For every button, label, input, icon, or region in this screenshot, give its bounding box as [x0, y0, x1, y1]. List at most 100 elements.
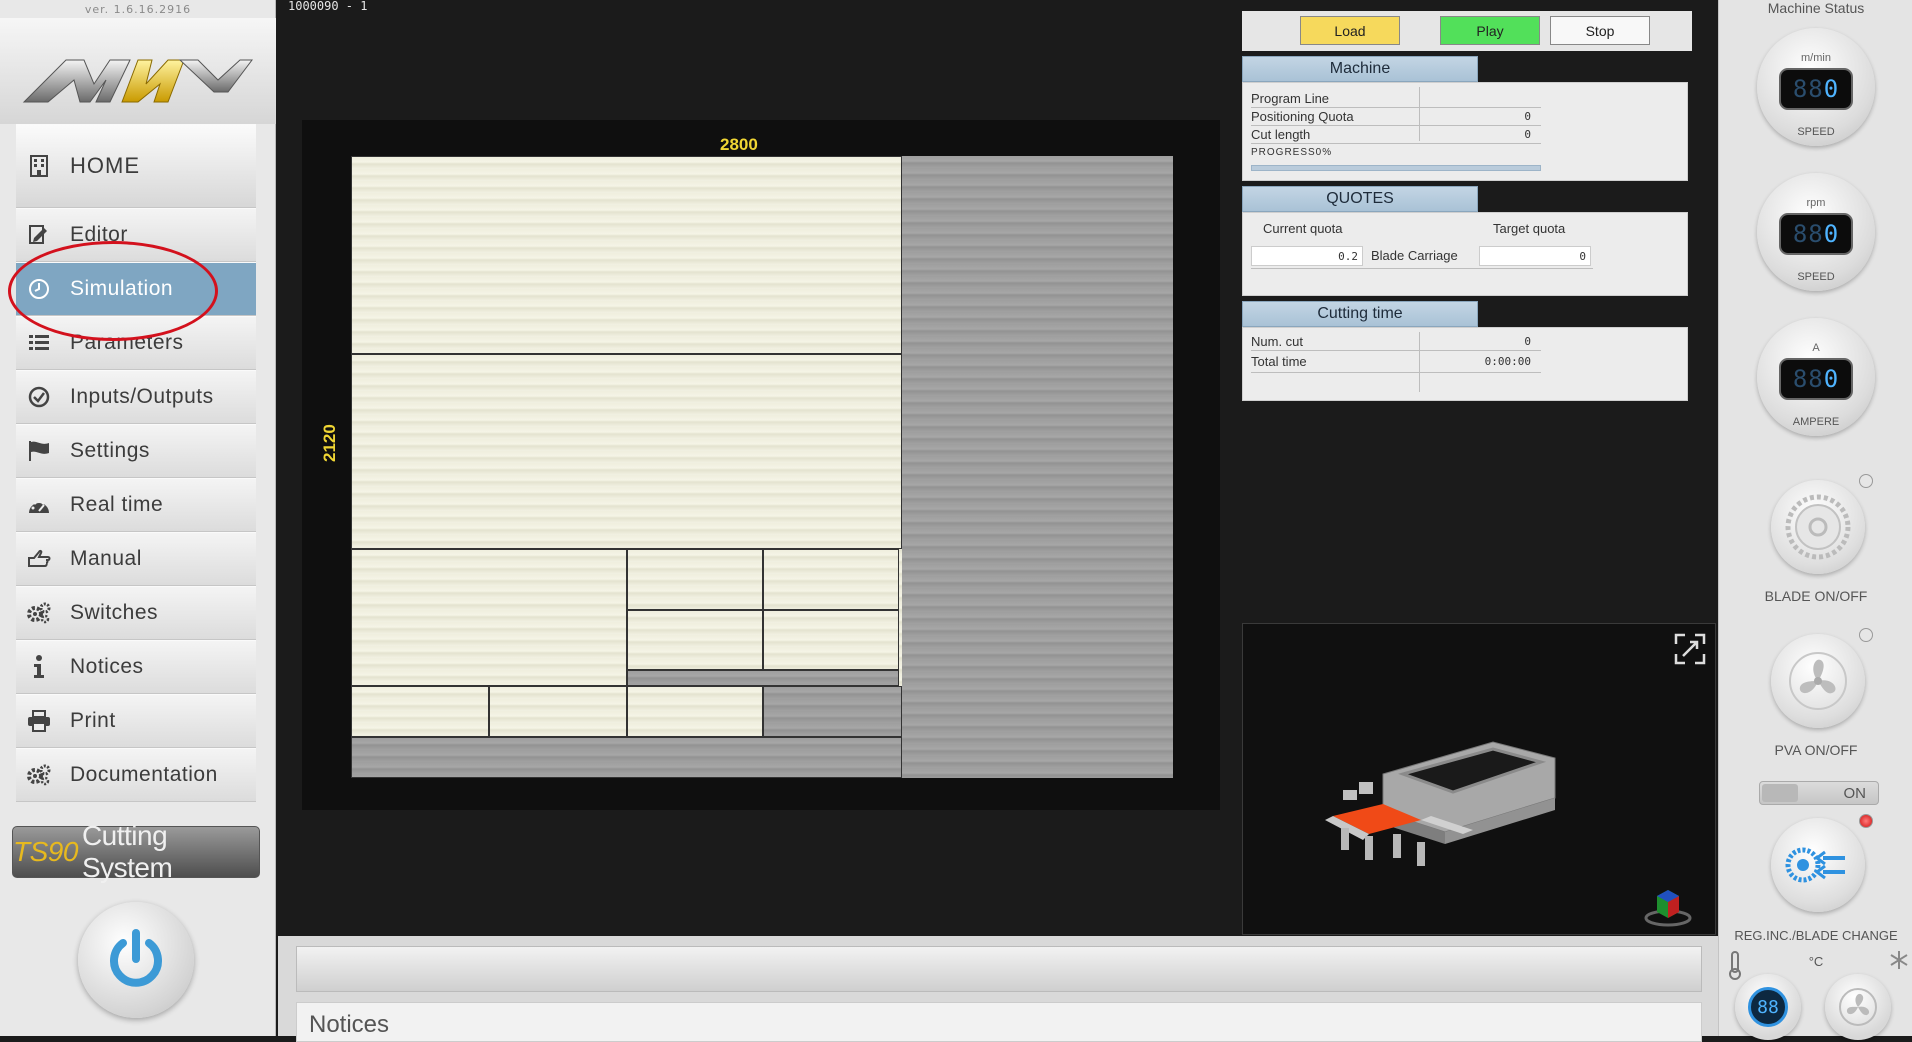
cut-length-value: 0	[1524, 128, 1531, 141]
main-menu: HOME Editor Simulation Parameters Inputs…	[16, 124, 256, 802]
brand-badge: TS90 Cutting System	[12, 820, 260, 883]
scrap-piece	[763, 686, 902, 737]
dashboard-icon	[26, 492, 52, 518]
row-divider	[1251, 143, 1541, 144]
speed-gauge-mmin: m/min 88 0 SPEED	[1757, 28, 1875, 146]
play-button[interactable]: Play	[1440, 16, 1540, 45]
num-cut-value: 0	[1524, 335, 1531, 348]
num-cut-label: Num. cut	[1251, 334, 1304, 349]
blade-toggle-button[interactable]	[1771, 480, 1865, 574]
machine-status-panel: Machine Status m/min 88 0 SPEED rpm 88 0 S…	[1718, 0, 1912, 1040]
on-toggle-switch[interactable]: ON	[1759, 781, 1879, 805]
gauge-unit: rpm	[1806, 197, 1826, 209]
menu-item-switches[interactable]: Switches	[16, 586, 256, 640]
menu-item-real-time[interactable]: Real time	[16, 478, 256, 532]
blade-change-led	[1859, 814, 1873, 828]
brand-name: Cutting System	[81, 820, 173, 883]
list-icon	[26, 330, 52, 356]
blade-change-button[interactable]	[1771, 818, 1865, 912]
menu-item-settings[interactable]: Settings	[16, 424, 256, 478]
power-button[interactable]	[78, 902, 194, 1018]
info-icon	[26, 654, 52, 680]
machine-panel-title: Machine	[1242, 56, 1478, 82]
gauge-value: 0	[1823, 365, 1840, 393]
control-bar: Load Play Stop	[1242, 11, 1692, 51]
machine-panel: Program Line Positioning Quota 0 Cut len…	[1242, 82, 1688, 181]
check-circle-icon	[26, 384, 52, 410]
cut-piece	[351, 354, 902, 549]
scrap-strip	[351, 737, 902, 778]
total-time-label: Total time	[1251, 354, 1307, 369]
edit-document-icon	[26, 222, 52, 248]
cut-piece	[351, 549, 627, 686]
speed-gauge-rpm: rpm 88 0 SPEED	[1757, 173, 1875, 291]
status-bar	[296, 946, 1702, 992]
cut-piece	[627, 549, 763, 610]
menu-item-notices[interactable]: Notices	[16, 640, 256, 694]
sidebar: ver. 1.6.16.2916 HOME Editor Simulation …	[0, 0, 276, 1036]
panel-sheet	[351, 156, 1173, 778]
gauge-display: 88 0	[1779, 358, 1853, 400]
current-quota-label: Current quota	[1263, 221, 1343, 236]
machine-status-title: Machine Status	[1767, 0, 1865, 16]
positioning-quota-value: 0	[1524, 110, 1531, 123]
menu-item-print[interactable]: Print	[16, 694, 256, 748]
printer-icon	[26, 708, 52, 734]
gears-icon	[26, 762, 52, 788]
menu-item-simulation[interactable]: Simulation	[16, 262, 256, 316]
blade-status-led	[1859, 474, 1873, 488]
quotes-panel-title: QUOTES	[1242, 186, 1478, 212]
version-label: ver. 1.6.16.2916	[84, 3, 192, 16]
menu-item-manual[interactable]: Manual	[16, 532, 256, 586]
sheet-width-label: 2800	[720, 135, 758, 154]
cut-piece	[627, 686, 763, 737]
progress-label: PROGRESS0%	[1251, 147, 1333, 158]
pva-status-led	[1859, 628, 1873, 642]
program-line-label: Program Line	[1251, 91, 1330, 106]
cut-length-label: Cut length	[1251, 127, 1311, 142]
total-time-value: 0:00:00	[1484, 355, 1531, 368]
menu-label-home: HOME	[70, 153, 140, 178]
cut-piece	[763, 610, 899, 670]
menu-item-documentation[interactable]: Documentation	[16, 748, 256, 802]
menu-label-inputs-outputs: Inputs/Outputs	[70, 385, 214, 408]
gauge-unit: A	[1812, 342, 1820, 354]
menu-item-inputs-outputs[interactable]: Inputs/Outputs	[16, 370, 256, 424]
menu-item-parameters[interactable]: Parameters	[16, 316, 256, 370]
pva-toggle-label: PVA ON/OFF	[1774, 742, 1858, 758]
notices-title: Notices	[309, 1011, 390, 1038]
target-quota-label: Target quota	[1493, 221, 1566, 236]
cooling-fan-button[interactable]	[1825, 974, 1891, 1040]
brand-model: TS90	[13, 836, 78, 867]
gears-icon	[26, 600, 52, 626]
clock-icon	[26, 276, 52, 302]
menu-label-real-time: Real time	[70, 493, 164, 516]
hand-pointer-icon	[26, 546, 52, 572]
stop-button[interactable]: Stop	[1550, 16, 1650, 45]
cutting-time-panel: Num. cut 0 Total time 0:00:00	[1242, 327, 1688, 401]
pva-toggle-button[interactable]	[1771, 634, 1865, 728]
gauge-display: 88 0	[1779, 213, 1853, 255]
fan-icon	[1839, 988, 1877, 1026]
cutting-time-panel-title: Cutting time	[1242, 301, 1478, 327]
load-button[interactable]: Load	[1300, 16, 1400, 45]
company-logo	[22, 59, 253, 103]
machine-3d-view[interactable]	[1242, 623, 1716, 935]
menu-label-simulation: Simulation	[70, 277, 174, 300]
gauge-value: 0	[1823, 220, 1840, 248]
target-quota-field[interactable]: 0	[1479, 246, 1591, 266]
gauge-label: AMPERE	[1792, 416, 1840, 428]
column-divider	[1419, 87, 1420, 141]
blade-toggle-label: BLADE ON/OFF	[1764, 588, 1868, 604]
menu-item-editor[interactable]: Editor	[16, 208, 256, 262]
current-quota-field[interactable]: 0.2	[1251, 246, 1363, 266]
cut-piece	[351, 156, 902, 354]
menu-label-parameters: Parameters	[70, 331, 184, 354]
menu-item-home[interactable]: HOME	[16, 124, 256, 208]
row-divider	[1251, 372, 1541, 373]
gauge-value: 0	[1823, 75, 1840, 103]
menu-label-manual: Manual	[70, 547, 142, 570]
expand-icon[interactable]	[1673, 632, 1707, 666]
cut-piece	[627, 610, 763, 670]
cut-piece	[763, 549, 899, 610]
